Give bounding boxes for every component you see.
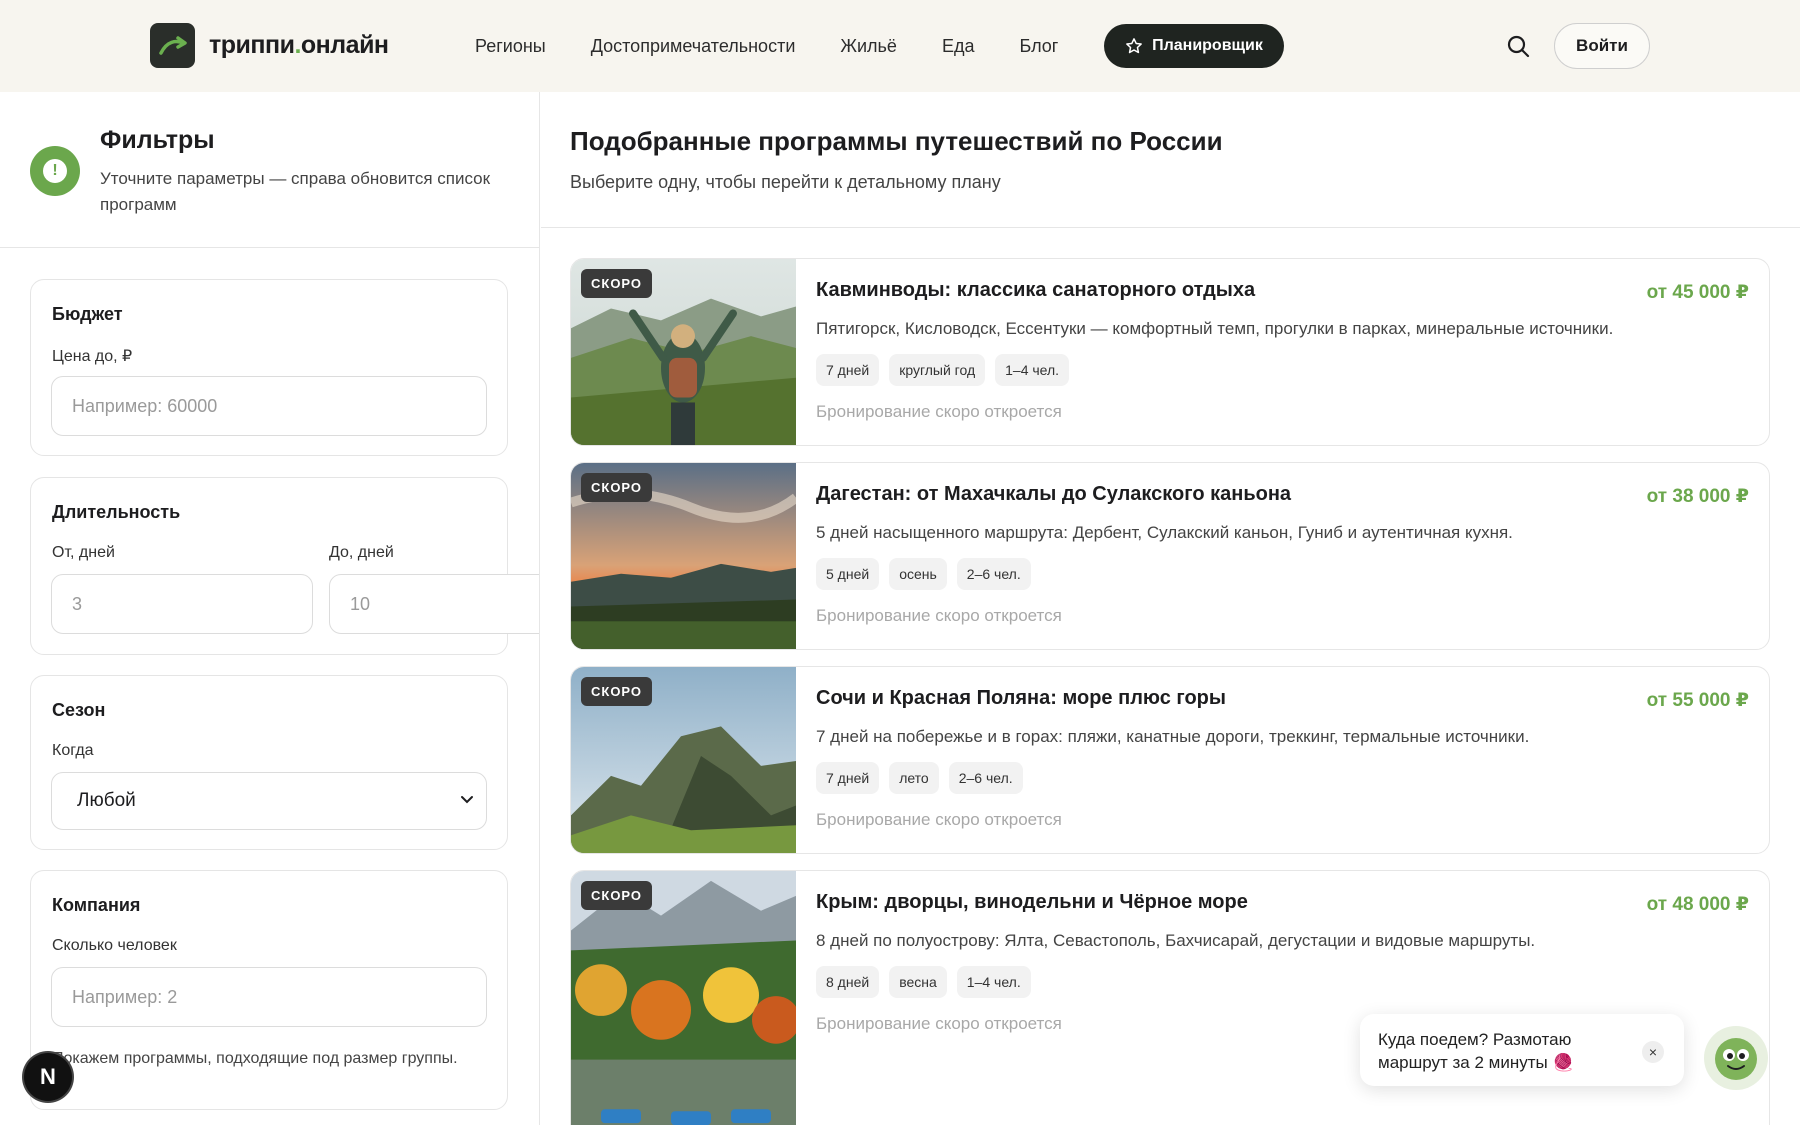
company-input[interactable]: Например: 2	[51, 967, 487, 1027]
chevron-down-icon	[461, 796, 473, 804]
soon-badge: СКОРО	[581, 473, 653, 502]
company-card: Компания Сколько человек Например: 2 Пок…	[30, 870, 508, 1110]
program-price: от 45 000 ₽	[1646, 282, 1749, 303]
season-card: Сезон Когда Любой	[30, 675, 508, 850]
program-price: от 48 000 ₽	[1646, 894, 1749, 915]
duration-from-input[interactable]: 3	[51, 574, 313, 634]
program-card[interactable]: СКОРО Крым: дворцы, винодельни и Чёрное …	[570, 870, 1770, 1125]
chat-prompt-text: Куда поедем? Размотаю маршрут за 2 минут…	[1378, 1030, 1574, 1072]
tag-season: круглый год	[889, 354, 986, 386]
planner-button[interactable]: Планировщик	[1104, 24, 1284, 68]
program-title: Сочи и Красная Поляна: море плюс горы	[816, 687, 1226, 709]
star-icon	[1126, 38, 1142, 54]
tag-duration: 7 дней	[816, 762, 880, 794]
booking-note: Бронирование скоро откроется	[816, 402, 1062, 421]
close-icon[interactable]: ×	[1642, 1041, 1664, 1063]
nav-blog[interactable]: Блог	[1019, 36, 1058, 57]
budget-label: Цена до, ₽	[52, 348, 133, 365]
tag-season: осень	[889, 558, 947, 590]
logo[interactable]: триппи.онлайн	[150, 23, 389, 68]
programs-section: Подобранные программы путешествий по Рос…	[541, 92, 1800, 1125]
nav-food[interactable]: Еда	[942, 36, 975, 57]
soon-badge: СКОРО	[581, 269, 653, 298]
dev-tools-badge[interactable]: N	[24, 1053, 72, 1101]
tag-group: 1–4 чел.	[956, 966, 1031, 998]
page-subtitle: Выберите одну, чтобы перейти к детальном…	[570, 172, 1001, 192]
season-select-value: Любой	[77, 790, 136, 811]
program-description: 7 дней на побережье и в горах: пляжи, ка…	[816, 727, 1530, 746]
tag-duration: 5 дней	[816, 558, 880, 590]
season-select[interactable]: Любой	[51, 772, 487, 830]
tag-duration: 7 дней	[816, 354, 880, 386]
budget-input[interactable]: Например: 60000	[51, 376, 487, 436]
duration-title: Длительность	[52, 502, 181, 522]
program-price: от 55 000 ₽	[1646, 690, 1749, 711]
filters-header: ! Фильтры Уточните параметры — справа об…	[0, 92, 539, 248]
booking-note: Бронирование скоро откроется	[816, 606, 1062, 625]
logo-text: триппи.онлайн	[209, 31, 389, 59]
budget-card: Бюджет Цена до, ₽ Например: 60000	[30, 279, 508, 456]
program-image: СКОРО	[571, 667, 796, 853]
tag-group: 2–6 чел.	[956, 558, 1031, 590]
chat-prompt[interactable]: Куда поедем? Размотаю маршрут за 2 минут…	[1360, 1014, 1684, 1086]
tag-group: 2–6 чел.	[948, 762, 1023, 794]
program-title: Крым: дворцы, винодельни и Чёрное море	[816, 891, 1248, 913]
booking-note: Бронирование скоро откроется	[816, 810, 1062, 829]
program-image: СКОРО	[571, 259, 796, 445]
company-title: Компания	[52, 895, 141, 915]
duration-from-label: От, дней	[52, 544, 115, 561]
program-description: Пятигорск, Кисловодск, Ессентуки — комфо…	[816, 319, 1614, 338]
tag-season: весна	[889, 966, 947, 998]
season-label: Когда	[52, 742, 94, 759]
main-nav: Регионы Достопримечательности Жильё Еда …	[475, 0, 1103, 92]
tag-group: 1–4 чел.	[995, 354, 1070, 386]
program-tags: 7 дней лето 2–6 чел.	[816, 762, 1033, 794]
program-price: от 38 000 ₽	[1646, 486, 1749, 507]
planner-label: Планировщик	[1152, 37, 1263, 54]
login-button[interactable]: Войти	[1554, 23, 1650, 69]
mascot-chat-button[interactable]	[1704, 1026, 1768, 1090]
search-icon[interactable]	[1506, 34, 1530, 58]
nav-regions[interactable]: Регионы	[475, 36, 546, 57]
programs-header: Подобранные программы путешествий по Рос…	[541, 92, 1800, 228]
program-tags: 8 дней весна 1–4 чел.	[816, 966, 1041, 998]
program-image: СКОРО	[571, 871, 796, 1125]
program-image: СКОРО	[571, 463, 796, 649]
program-tags: 7 дней круглый год 1–4 чел.	[816, 354, 1079, 386]
program-tags: 5 дней осень 2–6 чел.	[816, 558, 1041, 590]
tag-duration: 8 дней	[816, 966, 880, 998]
program-title: Кавминводы: классика санаторного отдыха	[816, 279, 1256, 301]
company-label: Сколько человек	[52, 937, 177, 954]
nav-attractions[interactable]: Достопримечательности	[591, 36, 796, 57]
program-card[interactable]: СКОРО Кавминводы: классика санаторного о…	[570, 258, 1770, 446]
program-title: Дагестан: от Махачкалы до Сулакского кан…	[816, 483, 1292, 505]
nav-housing[interactable]: Жильё	[840, 36, 897, 57]
tag-season: лето	[889, 762, 939, 794]
info-icon: !	[30, 146, 80, 196]
company-hint: Покажем программы, подходящие под размер…	[52, 1050, 458, 1067]
program-card[interactable]: СКОРО Сочи и Красная Поляна: море плюс г…	[570, 666, 1770, 854]
filters-title: Фильтры	[100, 126, 215, 154]
program-card[interactable]: СКОРО Дагестан: от Махачкалы до Сулакско…	[570, 462, 1770, 650]
logo-arrow-icon	[150, 23, 195, 68]
filters-subtitle: Уточните параметры — справа обновится сп…	[100, 169, 491, 214]
season-title: Сезон	[52, 700, 106, 720]
duration-card: Длительность От, дней 3 До, дней 10	[30, 477, 539, 655]
booking-note: Бронирование скоро откроется	[816, 1014, 1062, 1033]
site-header: триппи.онлайн Регионы Достопримечательно…	[0, 0, 1800, 92]
program-description: 8 дней по полуострову: Ялта, Севастополь…	[816, 931, 1536, 950]
duration-to-label: До, дней	[329, 544, 394, 561]
duration-to-input[interactable]: 10	[329, 574, 539, 634]
page-title: Подобранные программы путешествий по Рос…	[570, 126, 1223, 156]
soon-badge: СКОРО	[581, 677, 653, 706]
budget-title: Бюджет	[52, 304, 123, 324]
mascot-icon	[1715, 1038, 1757, 1080]
filters-sidebar: ! Фильтры Уточните параметры — справа об…	[0, 92, 540, 1125]
program-description: 5 дней насыщенного маршрута: Дербент, Су…	[816, 523, 1513, 542]
soon-badge: СКОРО	[581, 881, 653, 910]
